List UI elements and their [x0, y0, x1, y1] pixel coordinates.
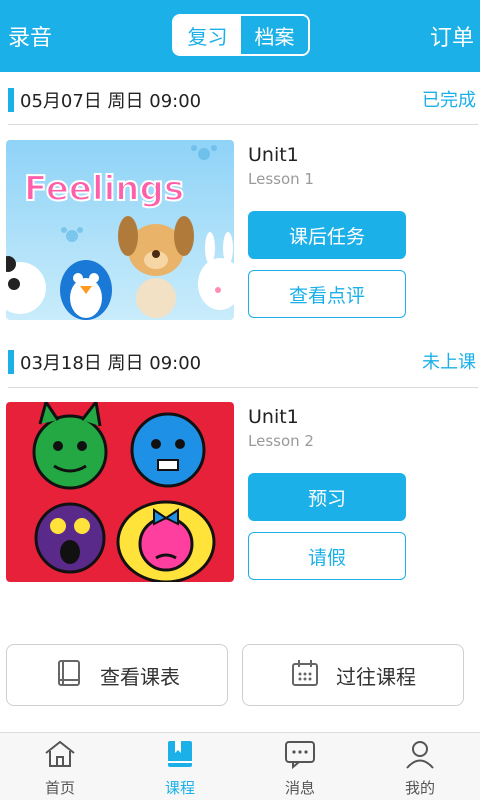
book-icon: [54, 658, 84, 693]
message-icon: [283, 739, 317, 773]
view-review-button[interactable]: 查看点评: [248, 270, 406, 318]
view-schedule-label: 查看课表: [100, 664, 180, 689]
preview-button[interactable]: 预习: [248, 473, 406, 521]
tab-label: 我的: [404, 779, 435, 797]
home-icon: [43, 739, 77, 773]
tab-label: 课程: [164, 779, 195, 797]
tab-profile[interactable]: 我的: [360, 733, 480, 800]
session-header: 05月07日 周日 09:00 已完成: [0, 78, 480, 118]
tab-home[interactable]: 首页: [0, 733, 120, 800]
bottom-tabbar: 首页 课程 消息 我的: [0, 732, 480, 800]
leave-request-button[interactable]: 请假: [248, 532, 406, 580]
lesson-thumbnail[interactable]: Feelings: [6, 140, 234, 320]
past-courses-button[interactable]: 过往课程: [242, 644, 464, 706]
session-date: 05月07日 周日 09:00: [20, 91, 202, 112]
user-icon: [403, 739, 437, 773]
record-button[interactable]: 录音: [8, 20, 52, 52]
lesson-thumbnail[interactable]: [6, 402, 234, 582]
top-header: 录音 复习 档案 订单: [0, 0, 480, 72]
divider: [8, 387, 478, 388]
tab-messages[interactable]: 消息: [240, 733, 360, 800]
session-accent-bar: [8, 88, 14, 112]
unit-title: Unit1: [248, 144, 299, 166]
feelings-title: Feelings: [24, 169, 184, 209]
homework-button[interactable]: 课后任务: [248, 211, 406, 259]
course-book-icon: [163, 739, 197, 773]
lesson-subtitle: Lesson 1: [248, 170, 314, 188]
orders-button[interactable]: 订单: [430, 20, 474, 52]
divider: [8, 124, 478, 125]
tab-archive[interactable]: 档案: [241, 16, 308, 54]
tab-review[interactable]: 复习: [174, 16, 241, 54]
session-status: 已完成: [422, 90, 476, 111]
session-accent-bar: [8, 350, 14, 374]
tab-label: 消息: [284, 779, 315, 797]
calendar-icon: [290, 658, 320, 693]
tab-course[interactable]: 课程: [120, 733, 240, 800]
lesson-subtitle: Lesson 2: [248, 432, 314, 450]
session-header: 03月18日 周日 09:00 未上课: [0, 340, 480, 380]
view-schedule-button[interactable]: 查看课表: [6, 644, 228, 706]
tab-label: 首页: [44, 779, 75, 797]
past-courses-label: 过往课程: [336, 664, 416, 689]
session-status: 未上课: [422, 352, 476, 373]
segment-control: 复习 档案: [172, 14, 310, 56]
unit-title: Unit1: [248, 406, 299, 428]
session-date: 03月18日 周日 09:00: [20, 353, 202, 374]
